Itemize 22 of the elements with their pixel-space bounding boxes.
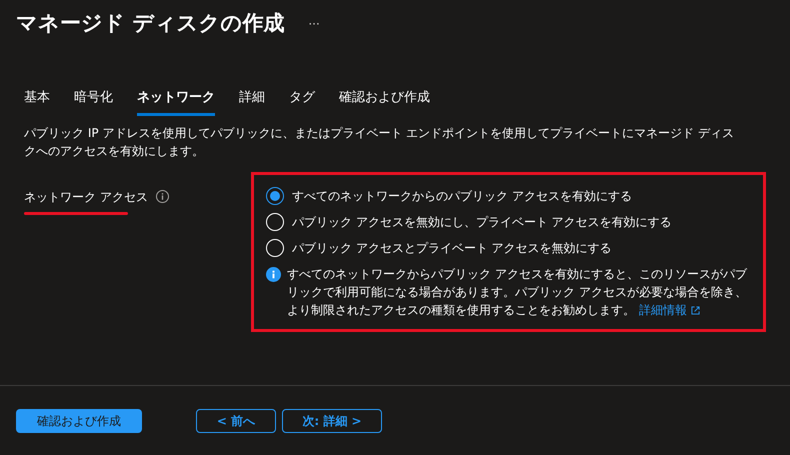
learn-more-link[interactable]: 詳細情報: [638, 302, 700, 316]
tab[interactable]: 詳細: [239, 88, 265, 116]
tab[interactable]: 基本: [24, 88, 50, 116]
radio-label: パブリック アクセスを無効にし、プライベート アクセスを有効にする: [292, 214, 672, 230]
description: パブリック IP アドレスを使用してパブリックに、またはプライベート エンドポイントを使用してプライベートにマネージド ディスクへのアクセスを有効にします。: [23, 124, 736, 160]
radio-label: すべてのネットワークからのパブリック アクセスを有効にする: [292, 188, 632, 204]
review-create-button[interactable]: 確認および作成: [16, 408, 142, 432]
info-message: すべてのネットワークからパブリック アクセスを有効にすると、このリソースがパブリックで利用可能になる場合があります。パブリック アクセスが必要な場合を除き、より制限されたアクセスの種類を使用することをお勧めします。 詳細情報: [287, 266, 748, 318]
more-button[interactable]: ···: [308, 14, 320, 32]
radio-label: パブリック アクセスとプライベート アクセスを無効にする: [292, 240, 612, 256]
tab[interactable]: 確認および作成: [339, 88, 430, 116]
previous-button[interactable]: < 前へ: [196, 408, 276, 432]
tab[interactable]: タグ: [289, 88, 315, 116]
tab[interactable]: 暗号化: [74, 88, 113, 116]
next-button[interactable]: 次: 詳細 >: [282, 408, 382, 432]
tab[interactable]: ネットワーク: [137, 88, 215, 116]
info-icon: [266, 266, 281, 282]
radio-button[interactable]: [266, 186, 284, 204]
page-title: マネージド ディスクの作成: [16, 10, 284, 37]
info-icon: [156, 190, 169, 202]
external-link-icon: [690, 306, 700, 315]
field-label: ネットワーク アクセス: [24, 188, 148, 206]
